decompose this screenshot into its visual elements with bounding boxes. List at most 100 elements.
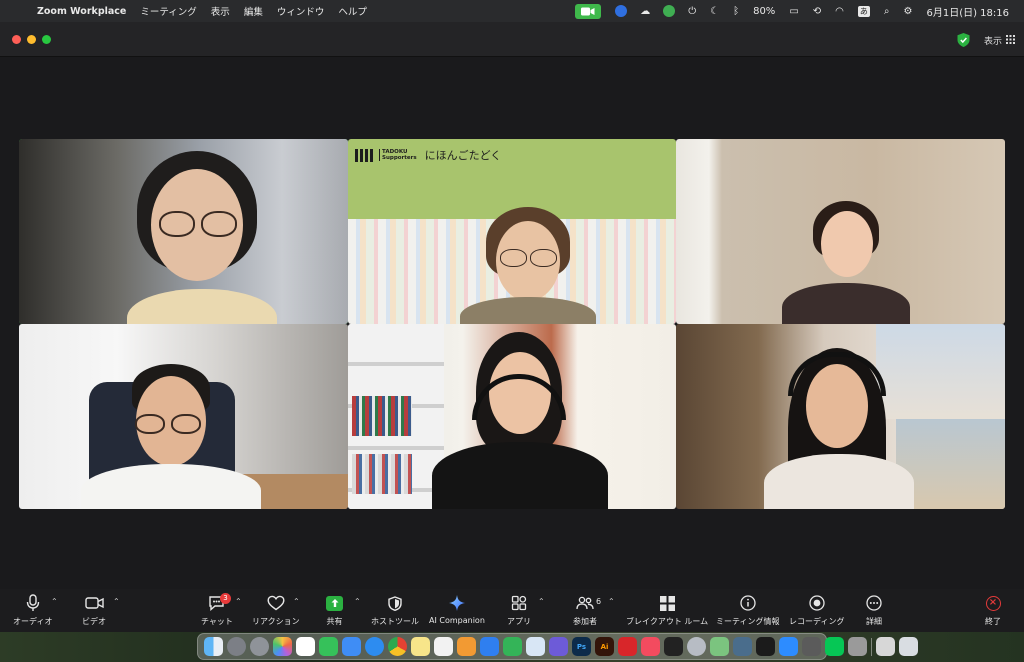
line-app-icon[interactable] [825,637,844,656]
chat-options-chevron-icon[interactable]: ⌃ [235,597,242,606]
more-button[interactable]: 詳細 [866,593,882,627]
participants-label: 参加者 [573,617,597,626]
menubar-clock[interactable]: 6月1日(日) 18:16 [926,4,1009,19]
terminal-icon[interactable] [664,637,683,656]
reactions-label: リアクション [252,617,300,626]
chrome-icon[interactable] [388,637,407,656]
video-tile-4[interactable] [19,324,348,509]
chat-button[interactable]: チャット 3 [201,593,233,627]
preview-icon[interactable] [526,637,545,656]
utility-icon[interactable] [687,637,706,656]
tadoku-logo-text: TADOKU Supporters [379,149,417,161]
video-tile-5[interactable] [348,324,676,509]
bookshelf-books [352,396,412,436]
downloads-stack-icon[interactable] [876,637,895,656]
maps-icon[interactable] [710,637,729,656]
pages-icon[interactable] [457,637,476,656]
apps-icon [511,593,527,613]
ellipsis-icon [866,593,882,613]
meeting-info-button[interactable]: ミーティング情報 [716,593,780,627]
phone-icon[interactable] [848,637,867,656]
menu-window[interactable]: ウィンドウ [277,4,325,18]
numbers-icon[interactable] [503,637,522,656]
wifi-icon[interactable]: ◠ [835,6,844,17]
battery-icon[interactable]: ▭ [789,6,798,17]
menu-view[interactable]: 表示 [211,4,230,18]
participant-body [782,283,910,324]
calendar-icon[interactable] [296,637,315,656]
host-tools-button[interactable]: ホストツール [371,593,419,627]
menu-meeting[interactable]: ミーティング [140,4,196,18]
video-tile-1[interactable] [19,139,348,324]
acrobat-icon[interactable] [618,637,637,656]
menu-app-name[interactable]: Zoom Workplace [37,6,126,17]
music-icon[interactable] [641,637,660,656]
breakout-rooms-label: ブレイクアウト ルーム [626,617,709,626]
reactions-options-chevron-icon[interactable]: ⌃ [293,597,300,606]
notes-icon[interactable] [411,637,430,656]
input-method-indicator[interactable]: あ [857,5,870,17]
record-button[interactable]: レコーディング [789,593,844,627]
activity-icon[interactable] [756,637,775,656]
dock-separator [871,637,872,656]
video-options-chevron-icon[interactable]: ⌃ [113,597,120,606]
illustrator-icon[interactable]: Ai [595,637,614,656]
photoshop-icon[interactable]: Ps [572,637,591,656]
participants-options-chevron-icon[interactable]: ⌃ [608,597,615,606]
video-tile-2[interactable]: TADOKU Supporters にほんごたどく [348,139,676,324]
imovie-icon[interactable] [549,637,568,656]
safari-icon[interactable] [365,637,384,656]
cloud-icon[interactable]: ☁ [640,6,650,17]
launchpad-icon[interactable] [227,637,246,656]
moon-icon[interactable]: ☾ [710,6,719,17]
view-menu-button[interactable]: 表示 [984,34,1016,47]
battery-percentage: 80% [753,5,776,17]
end-meeting-button[interactable]: × 終了 [985,593,1001,627]
mail-icon[interactable] [342,637,361,656]
control-center-icon[interactable]: ⚙ [904,6,913,17]
video-button[interactable]: ビデオ [82,593,106,627]
audio-button[interactable]: オーディオ [13,593,52,627]
audio-options-chevron-icon[interactable]: ⌃ [51,597,58,606]
minimize-window-button[interactable] [27,35,36,44]
participants-count: 6 [596,597,602,606]
breakout-rooms-button[interactable]: ブレイクアウト ルーム [626,593,708,627]
end-meeting-label: 終了 [985,617,1001,626]
menu-edit[interactable]: 編集 [244,4,263,18]
keynote-icon[interactable] [480,637,499,656]
macos-menubar: Zoom Workplace ミーティング 表示 編集 ウィンドウ ヘルプ ☁ … [0,0,1024,22]
zoom-status-icon[interactable] [615,5,628,17]
people-icon [576,593,594,613]
video-tile-6[interactable] [676,324,1005,509]
camera-in-use-icon[interactable] [575,3,602,19]
power-icon[interactable]: ⏻ [688,6,696,17]
encryption-shield-icon[interactable] [957,32,970,51]
messages-icon[interactable] [319,637,338,656]
close-window-button[interactable] [12,35,21,44]
apps-options-chevron-icon[interactable]: ⌃ [538,597,545,606]
photos-icon[interactable] [273,637,292,656]
participant-face [821,211,873,277]
video-tile-3[interactable] [676,139,1005,324]
participants-button[interactable]: 参加者 [573,593,597,627]
apps-button[interactable]: アプリ [507,593,531,627]
share-button[interactable]: 共有 [326,593,343,627]
camera-icon [84,593,104,613]
spotlight-search-icon[interactable]: ⌕ [884,6,890,17]
calculator-icon[interactable] [802,637,821,656]
fullscreen-window-button[interactable] [42,35,51,44]
textedit-icon[interactable] [434,637,453,656]
bluetooth-icon[interactable]: ᛒ [733,6,739,17]
trash-icon[interactable] [899,637,918,656]
finder-icon[interactable] [204,637,223,656]
menubar-status-area: ☁ ⏻ ☾ ᛒ 80% ▭ ⟲ ◠ あ ⌕ ⚙ 6月1日(日) 18:16 [567,0,1016,22]
menu-help[interactable]: ヘルプ [338,4,367,18]
time-machine-icon[interactable]: ⟲ [813,6,821,17]
screen-icon[interactable] [733,637,752,656]
line-status-icon[interactable] [663,5,676,17]
share-options-chevron-icon[interactable]: ⌃ [354,597,361,606]
settings-icon[interactable] [250,637,269,656]
ai-companion-button[interactable]: AI Companion [429,593,485,625]
zoom-app-icon[interactable] [779,637,798,656]
share-arrow-icon [326,593,343,613]
